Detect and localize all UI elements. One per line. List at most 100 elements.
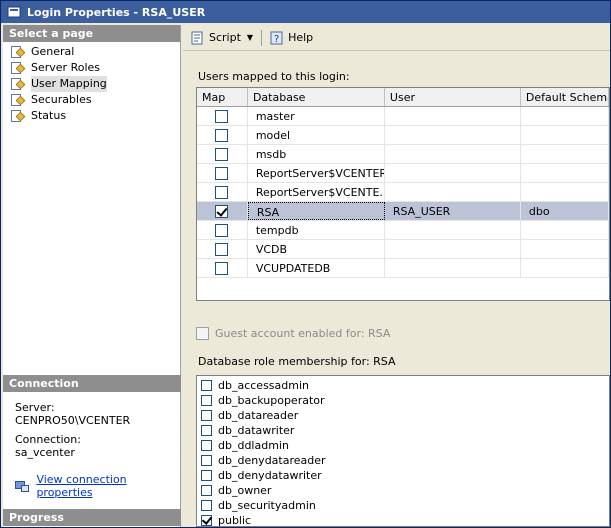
- user-cell[interactable]: [385, 221, 521, 239]
- table-row[interactable]: RSA RSA_USER dbo: [197, 202, 609, 221]
- list-item[interactable]: public: [197, 513, 609, 526]
- table-row[interactable]: master: [197, 107, 609, 126]
- database-cell[interactable]: tempdb: [248, 221, 385, 239]
- database-cell[interactable]: ReportServer$VCENTE...: [248, 183, 385, 201]
- page-item-label: Status: [31, 109, 67, 122]
- view-connection-properties-link[interactable]: View connection properties: [15, 473, 181, 499]
- table-row[interactable]: ReportServer$VCENTER: [197, 164, 609, 183]
- users-mapped-grid: Map Database User Default Schema master m…: [196, 87, 610, 301]
- map-checkbox[interactable]: [215, 166, 229, 180]
- page-item-general[interactable]: General: [3, 44, 180, 60]
- page-item-label: Securables: [31, 93, 92, 106]
- user-cell[interactable]: [385, 183, 521, 201]
- page-item-server-roles[interactable]: Server Roles: [3, 60, 180, 76]
- user-cell[interactable]: [385, 107, 521, 125]
- list-item[interactable]: db_ddladmin: [197, 438, 609, 453]
- list-item[interactable]: db_datawriter: [197, 423, 609, 438]
- page-icon: [11, 45, 27, 59]
- map-checkbox[interactable]: [215, 147, 229, 161]
- column-header-map[interactable]: Map: [197, 88, 248, 106]
- map-checkbox[interactable]: [215, 185, 229, 199]
- table-row[interactable]: ReportServer$VCENTE...: [197, 183, 609, 202]
- table-row[interactable]: VCUPDATEDB: [197, 259, 609, 278]
- map-checkbox[interactable]: [215, 242, 229, 256]
- default-schema-cell[interactable]: [521, 259, 609, 277]
- database-cell[interactable]: msdb: [248, 145, 385, 163]
- user-cell[interactable]: [385, 145, 521, 163]
- table-row[interactable]: model: [197, 126, 609, 145]
- list-item[interactable]: db_accessadmin: [197, 378, 609, 393]
- column-header-user[interactable]: User: [385, 88, 521, 106]
- table-row[interactable]: msdb: [197, 145, 609, 164]
- map-checkbox[interactable]: [215, 204, 229, 218]
- window-icon: [7, 5, 21, 19]
- connection-header: Connection: [3, 375, 181, 392]
- map-checkbox[interactable]: [215, 128, 229, 142]
- column-header-database[interactable]: Database: [248, 88, 385, 106]
- grid-body: master model msdb ReportServer$VCENTER Repor…: [197, 107, 609, 278]
- default-schema-cell[interactable]: [521, 221, 609, 239]
- user-cell[interactable]: [385, 240, 521, 258]
- column-header-default-schema[interactable]: Default Schema: [521, 88, 609, 106]
- map-checkbox[interactable]: [215, 261, 229, 275]
- map-cell: [197, 183, 248, 201]
- role-label: db_denydatawriter: [218, 469, 322, 482]
- role-checkbox[interactable]: [201, 410, 212, 421]
- role-checkbox[interactable]: [201, 380, 212, 391]
- list-item[interactable]: db_datareader: [197, 408, 609, 423]
- role-checkbox[interactable]: [201, 395, 212, 406]
- database-cell[interactable]: RSA: [247, 202, 385, 220]
- connection-value: sa_vcenter: [15, 446, 75, 459]
- database-cell[interactable]: master: [248, 107, 385, 125]
- database-cell[interactable]: ReportServer$VCENTER: [248, 164, 385, 182]
- role-checkbox[interactable]: [201, 440, 212, 451]
- map-checkbox[interactable]: [215, 109, 229, 123]
- default-schema-cell[interactable]: dbo: [521, 202, 609, 220]
- database-cell[interactable]: model: [248, 126, 385, 144]
- role-membership-list: db_accessadmin db_backupoperator db_datare…: [196, 375, 610, 527]
- default-schema-cell[interactable]: [521, 126, 609, 144]
- list-item[interactable]: db_backupoperator: [197, 393, 609, 408]
- database-cell[interactable]: VCDB: [248, 240, 385, 258]
- map-cell: [197, 259, 248, 277]
- default-schema-cell[interactable]: [521, 183, 609, 201]
- page-item-securables[interactable]: Securables: [3, 92, 180, 108]
- user-cell[interactable]: [385, 259, 521, 277]
- server-label: Server:: [15, 401, 55, 414]
- database-cell[interactable]: VCUPDATEDB: [248, 259, 385, 277]
- script-icon: [191, 31, 205, 45]
- page-item-user-mapping[interactable]: User Mapping: [3, 76, 180, 92]
- role-checkbox[interactable]: [201, 500, 212, 511]
- default-schema-cell[interactable]: [521, 145, 609, 163]
- user-cell[interactable]: [385, 164, 521, 182]
- role-label: db_securityadmin: [218, 499, 316, 512]
- default-schema-cell[interactable]: [521, 107, 609, 125]
- default-schema-cell[interactable]: [521, 164, 609, 182]
- role-checkbox[interactable]: [201, 455, 212, 466]
- login-properties-window: Login Properties - RSA_USER Select a pag…: [0, 0, 611, 528]
- map-checkbox[interactable]: [215, 223, 229, 237]
- default-schema-cell[interactable]: [521, 240, 609, 258]
- list-item[interactable]: db_owner: [197, 483, 609, 498]
- table-row[interactable]: tempdb: [197, 221, 609, 240]
- svg-text:?: ?: [274, 34, 279, 45]
- script-button[interactable]: Script ▼: [187, 28, 257, 48]
- page-item-status[interactable]: Status: [3, 108, 180, 124]
- page-icon: [11, 109, 27, 123]
- list-item[interactable]: db_securityadmin: [197, 498, 609, 513]
- role-checkbox[interactable]: [201, 470, 212, 481]
- list-item[interactable]: db_denydatareader: [197, 453, 609, 468]
- view-connection-properties-label[interactable]: View connection properties: [36, 473, 181, 499]
- map-cell: [197, 107, 248, 125]
- chevron-down-icon[interactable]: ▼: [247, 33, 253, 42]
- table-row[interactable]: VCDB: [197, 240, 609, 259]
- page-icon: [11, 93, 27, 107]
- role-checkbox[interactable]: [201, 515, 212, 526]
- help-button[interactable]: ? Help: [266, 28, 317, 48]
- user-cell[interactable]: [385, 126, 521, 144]
- guest-account-checkbox[interactable]: [196, 327, 209, 340]
- role-checkbox[interactable]: [201, 425, 212, 436]
- user-cell[interactable]: RSA_USER: [385, 202, 521, 220]
- list-item[interactable]: db_denydatawriter: [197, 468, 609, 483]
- role-checkbox[interactable]: [201, 485, 212, 496]
